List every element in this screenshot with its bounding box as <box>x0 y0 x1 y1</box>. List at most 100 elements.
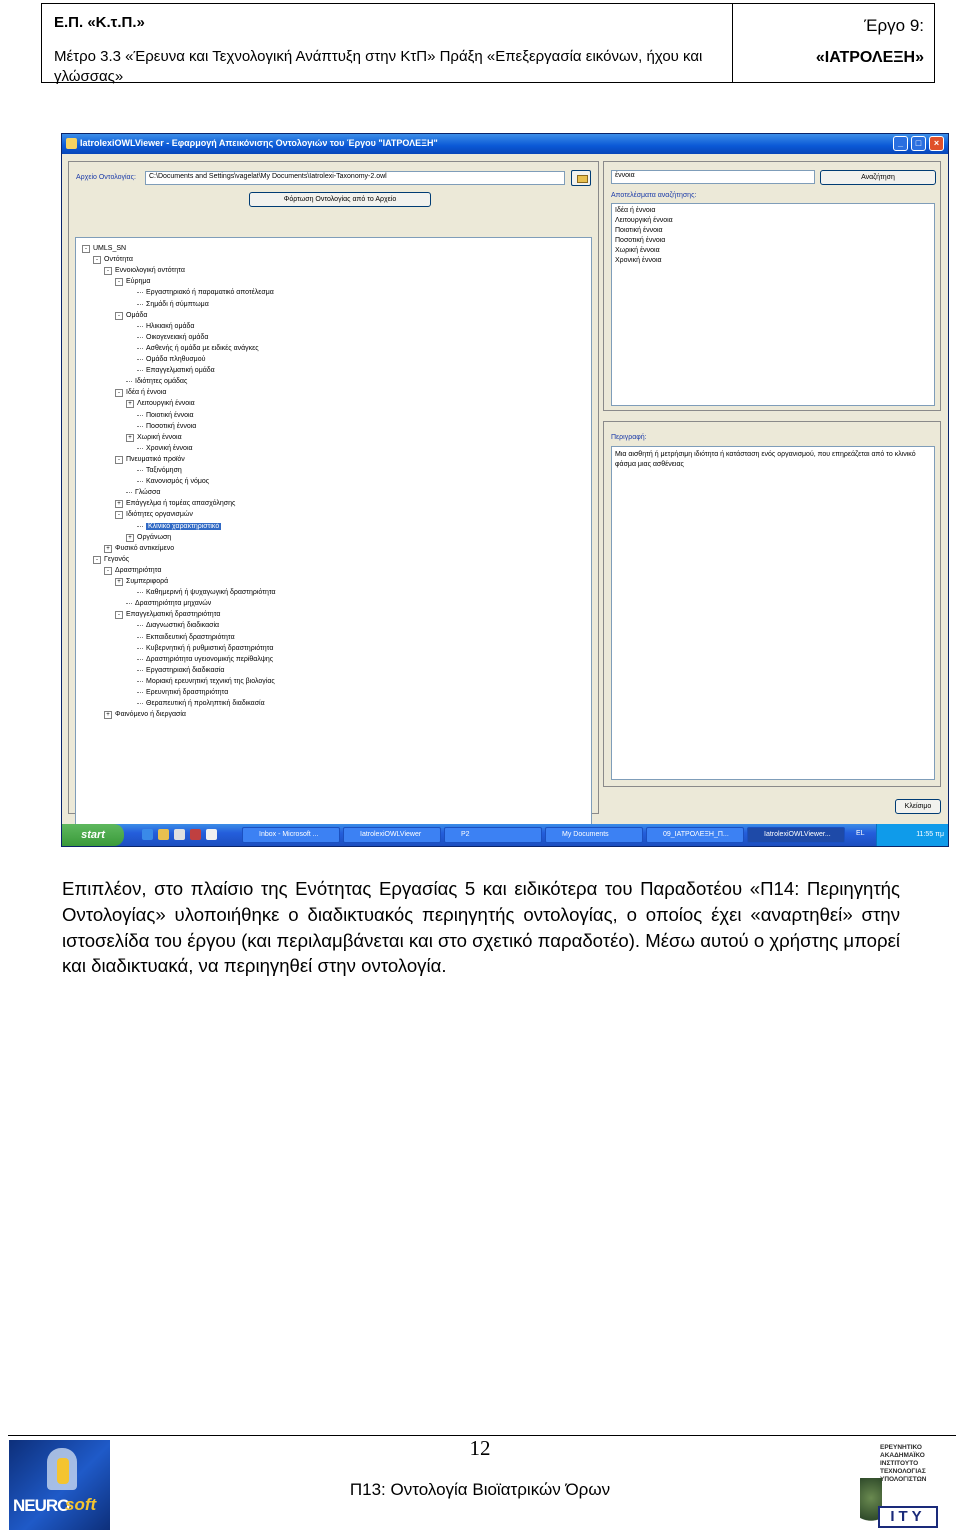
tree-node[interactable]: - Δραστηριότητα <box>104 566 161 576</box>
tree-node[interactable]: Σημάδι ή σύμπτωμα <box>137 300 209 310</box>
tree-node[interactable]: + Συμπεριφορά <box>115 577 168 587</box>
result-item[interactable]: Ποιοτική έννοια <box>612 226 934 236</box>
tree-node-label: Ασθενής ή ομάδα με ειδικές ανάγκες <box>146 344 259 352</box>
expand-icon[interactable]: + <box>115 500 123 509</box>
tree-node[interactable]: - Ομάδα <box>115 311 147 321</box>
tree-node[interactable]: + Φυσικό αντικείμενο <box>104 544 174 554</box>
tree-node[interactable]: Μοριακή ερευνητική τεχνική της βιολογίας <box>137 677 275 687</box>
tree-node[interactable]: Κανονισμός ή νόμος <box>137 477 209 487</box>
expand-icon[interactable]: + <box>126 400 134 409</box>
tree-node[interactable]: + Οργάνωση <box>126 533 171 543</box>
tree-node-label: Δραστηριότητα υγειονομικής περίθαλψης <box>146 655 274 663</box>
outlook-icon[interactable] <box>206 829 217 840</box>
expand-icon[interactable]: + <box>126 433 134 442</box>
tree-node[interactable]: Δραστηριότητα μηχανών <box>126 599 211 609</box>
tree-node[interactable]: Ερευνητική δραστηριότητα <box>137 688 228 698</box>
search-input[interactable]: έννοια <box>611 170 815 184</box>
tree-node[interactable]: Ομάδα πληθυσμού <box>137 355 205 365</box>
ontology-panel: Αρχείο Οντολογίας: C:\Documents and Sett… <box>68 161 599 832</box>
taskbar-item[interactable]: My Documents <box>545 827 643 843</box>
taskbar-item[interactable]: Inbox - Microsoft ... <box>242 827 340 843</box>
tree-node[interactable]: + Λειτουργική έννοια <box>126 399 195 409</box>
description-panel: Περιγραφή: Μια αισθητή ή μετρήσιμη ιδιότ… <box>603 421 941 787</box>
collapse-icon[interactable]: - <box>104 267 112 276</box>
tree-connector <box>137 336 143 339</box>
collapse-icon[interactable]: - <box>115 511 123 520</box>
tree-node[interactable]: Διαγνωστική διαδικασία <box>137 621 219 631</box>
tree-node-label: UMLS_SN <box>93 245 127 252</box>
tree-node[interactable]: Γλώσσα <box>126 488 160 498</box>
tree-connector <box>137 658 143 661</box>
tree-node[interactable]: Ποιοτική έννοια <box>137 411 194 421</box>
tree-node[interactable]: Κυβερνητική ή ρυθμιστική δραστηριότητα <box>137 644 273 654</box>
tree-node[interactable]: Χρονική έννοια <box>137 444 193 454</box>
language-indicator[interactable]: EL <box>856 830 865 837</box>
expand-icon[interactable]: + <box>115 578 123 586</box>
close-icon[interactable]: × <box>929 136 944 151</box>
result-item[interactable]: Ιδέα ή έννοια <box>612 206 934 216</box>
tree-node[interactable]: Ηλικιακή ομάδα <box>137 322 194 332</box>
tree-node[interactable]: - Οντότητα <box>93 255 133 265</box>
tree-node[interactable]: - Εννοιολογική οντότητα <box>104 266 185 276</box>
expand-icon[interactable]: + <box>104 711 112 720</box>
tree-node[interactable]: - Γεγονός <box>93 555 129 565</box>
minimize-icon[interactable]: _ <box>893 136 908 151</box>
collapse-icon[interactable]: - <box>93 256 101 265</box>
tree-node[interactable]: Δραστηριότητα υγειονομικής περίθαλψης <box>137 655 273 665</box>
expand-icon[interactable]: + <box>104 544 112 553</box>
close-button[interactable]: Κλείσιμο <box>895 799 941 814</box>
ie-icon[interactable] <box>142 829 153 840</box>
tree-node[interactable]: Εκπαιδευτική δραστηριότητα <box>137 633 235 643</box>
media-icon[interactable] <box>190 829 201 840</box>
result-item[interactable]: Χρονική έννοια <box>612 256 934 266</box>
collapse-icon[interactable]: - <box>93 555 101 564</box>
collapse-icon[interactable]: - <box>115 278 123 287</box>
result-item[interactable]: Χωρική έννοια <box>612 246 934 256</box>
tree-node[interactable]: - Ιδιότητες οργανισμών <box>115 510 193 520</box>
taskbar-item[interactable]: P2 <box>444 827 542 843</box>
desktop-icon[interactable] <box>174 829 185 840</box>
tree-node[interactable]: + Χωρική έννοια <box>126 433 182 443</box>
tree-node[interactable]: Οικογενειακή ομάδα <box>137 333 208 343</box>
folder-icon[interactable] <box>158 829 169 840</box>
tree-node-selected[interactable]: Κλινικό χαρακτηριστικό <box>137 522 222 532</box>
tree-node-label: Ομάδα πληθυσμού <box>146 356 206 363</box>
collapse-icon[interactable]: - <box>115 611 123 620</box>
tree-node[interactable]: - UMLS_SN <box>82 244 126 254</box>
tree-node[interactable]: Εργαστηριακή διαδικασία <box>137 666 224 676</box>
tree-node[interactable]: Καθημερινή ή ψυχαγωγική δραστηριότητα <box>137 588 276 598</box>
browse-folder-icon[interactable] <box>571 170 591 186</box>
collapse-icon[interactable]: - <box>115 455 123 464</box>
tree-node[interactable]: - Εύρημα <box>115 277 150 287</box>
tree-node[interactable]: - Πνευματικό προϊόν <box>115 455 185 465</box>
tree-node[interactable]: Θεραπευτική ή προληπτική διαδικασία <box>137 699 265 709</box>
collapse-icon[interactable]: - <box>82 245 90 253</box>
tree-node[interactable]: + Επάγγελμα ή τομέας απασχόλησης <box>115 499 235 509</box>
search-results-list[interactable]: Ιδέα ή έννοια Λειτουργική έννοια Ποιοτικ… <box>611 203 935 406</box>
collapse-icon[interactable]: - <box>115 389 123 398</box>
tree-node[interactable]: - Ιδέα ή έννοια <box>115 388 166 398</box>
tree-node[interactable]: Εργαστηριακό ή παραματικό αποτέλεσμα <box>137 288 274 298</box>
tree-node[interactable]: Ταξινόμηση <box>137 466 182 476</box>
ontology-tree[interactable]: - UMLS_SN - Οντότητα - Εννοιολογική οντότητα -… <box>75 237 592 832</box>
expand-icon[interactable]: + <box>126 533 134 542</box>
maximize-icon[interactable]: □ <box>911 136 926 151</box>
start-button[interactable]: start <box>62 824 124 846</box>
file-path-field[interactable]: C:\Documents and Settings\vagelat\My Doc… <box>145 171 565 185</box>
tree-node[interactable]: + Φαινόμενο ή διεργασία <box>104 710 186 720</box>
load-ontology-button[interactable]: Φόρτωση Οντολογίας από το Αρχείο <box>249 192 431 207</box>
taskbar-item-active[interactable]: IatrolexiOWLViewer... <box>747 827 845 843</box>
collapse-icon[interactable]: - <box>115 311 123 320</box>
tree-node[interactable]: Επαγγελματική ομάδα <box>137 366 215 376</box>
collapse-icon[interactable]: - <box>104 566 112 575</box>
tree-node[interactable]: - Επαγγελματική δραστηριότητα <box>115 610 220 620</box>
result-item[interactable]: Ποσοτική έννοια <box>612 236 934 246</box>
tree-node[interactable]: Ποσοτική έννοια <box>137 422 196 432</box>
tree-node-label: Λειτουργική έννοια <box>137 400 195 408</box>
taskbar-item[interactable]: IatrolexiOWLViewer <box>343 827 441 843</box>
tree-node[interactable]: Ασθενής ή ομάδα με ειδικές ανάγκες <box>137 344 259 354</box>
taskbar-item[interactable]: 09_ΙΑΤΡΟΛΕΞΗ_Π... <box>646 827 744 843</box>
tree-node[interactable]: Ιδιότητες ομάδας <box>126 377 187 387</box>
result-item[interactable]: Λειτουργική έννοια <box>612 216 934 226</box>
search-button[interactable]: Αναζήτηση <box>820 170 936 185</box>
